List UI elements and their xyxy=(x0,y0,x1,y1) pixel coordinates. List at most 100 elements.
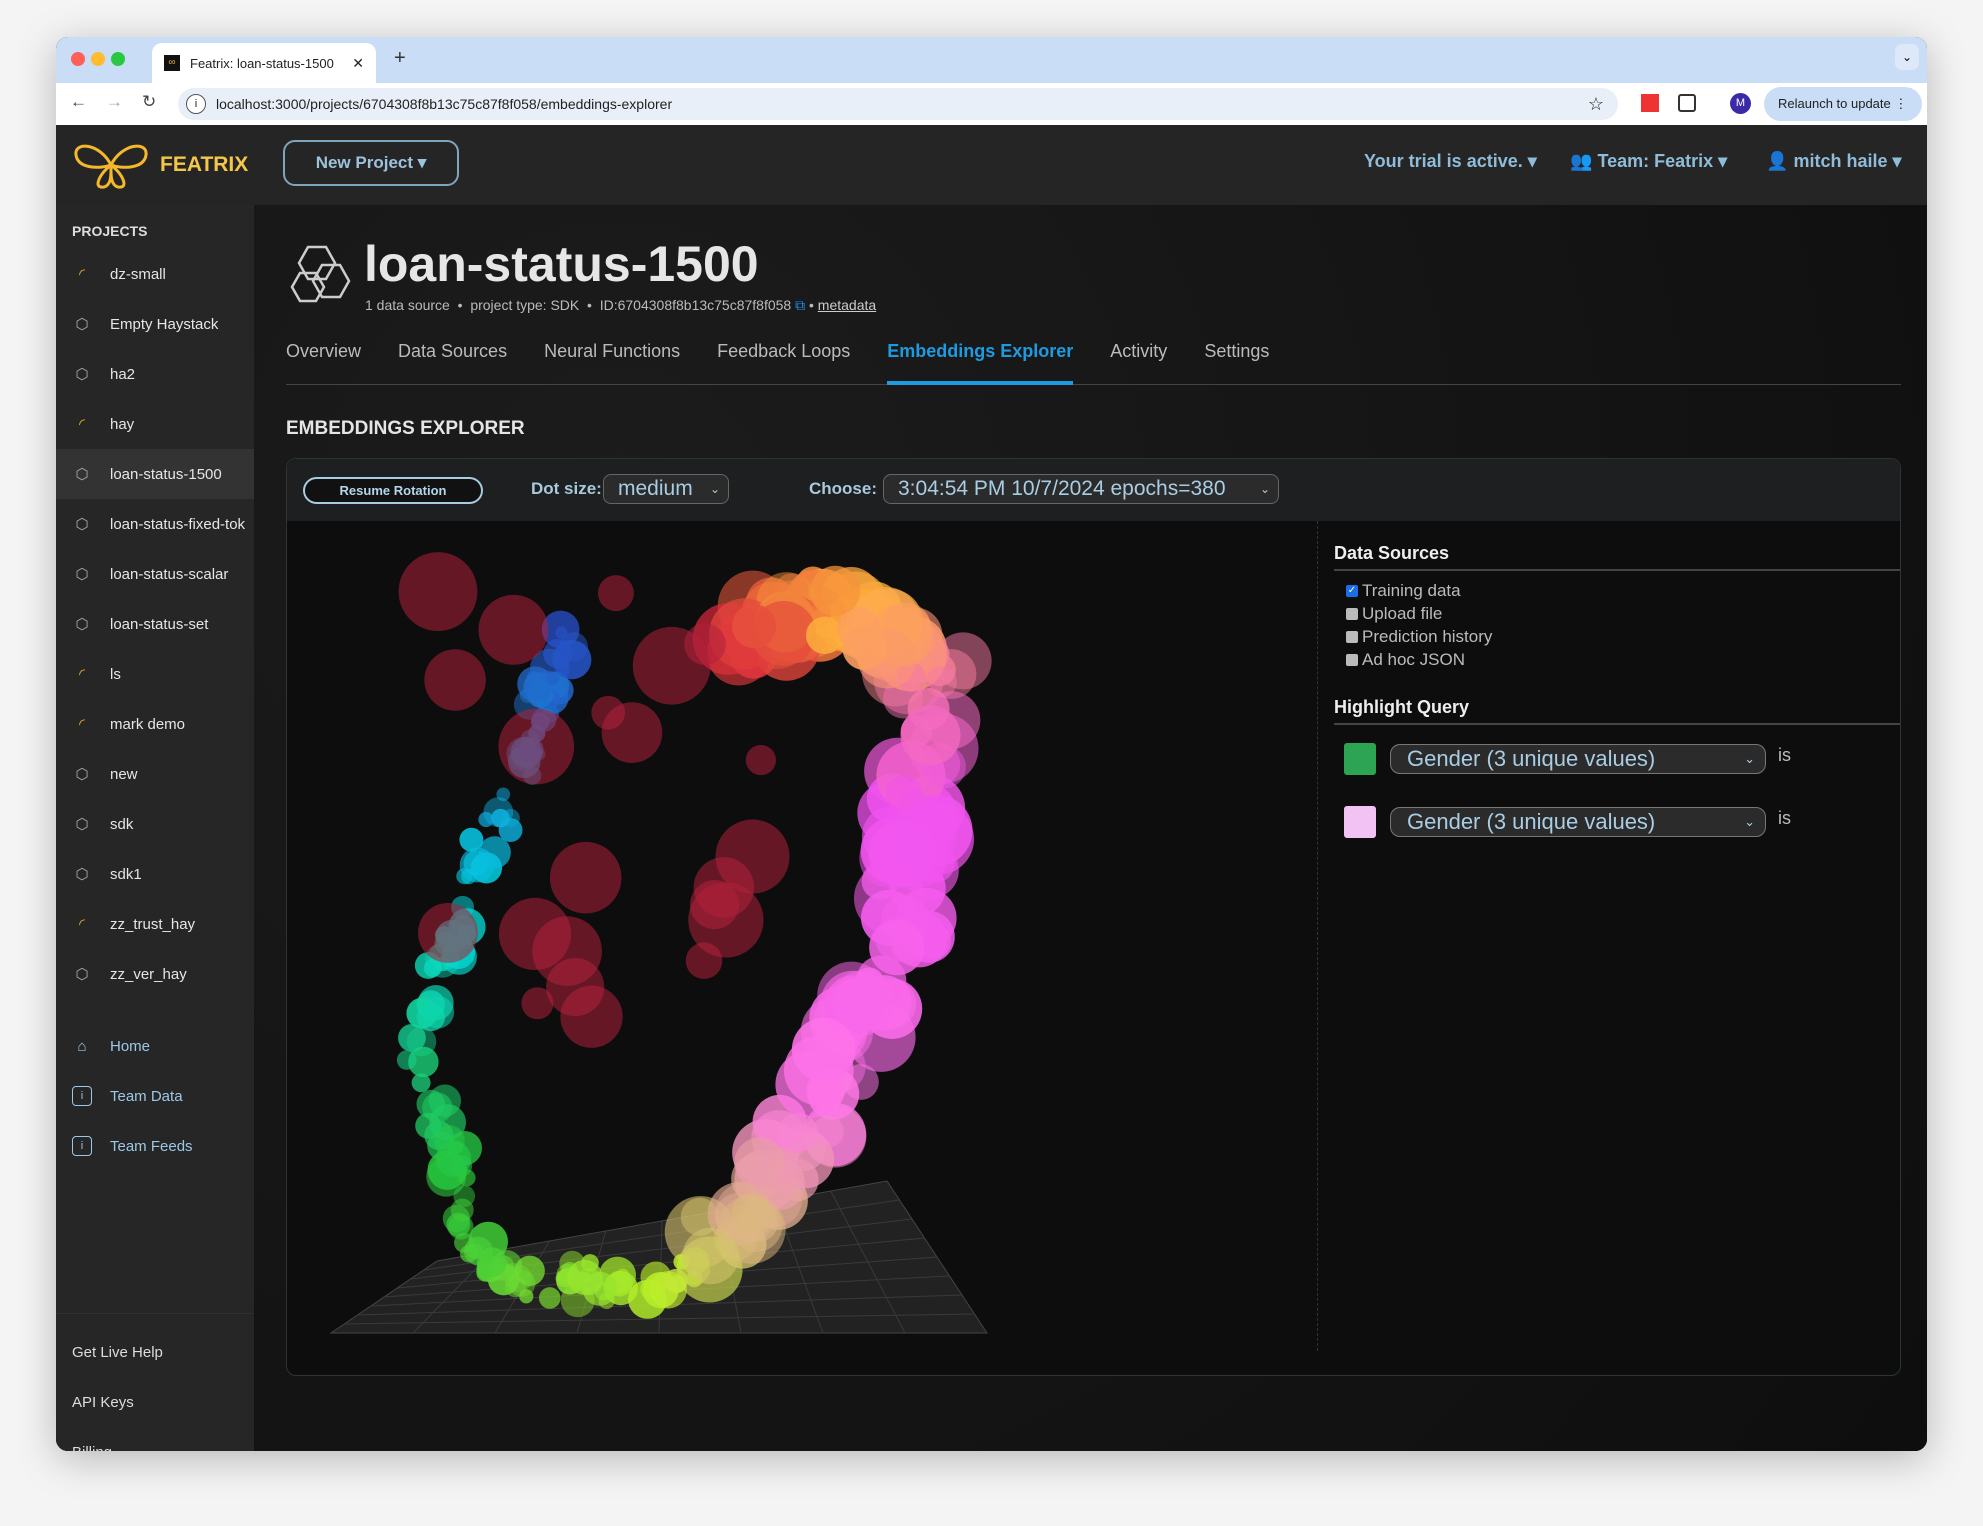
data-source-checkbox[interactable]: ✓ Training data xyxy=(1346,581,1461,601)
sidebar-project-item[interactable]: ◜ zz_trust_hay xyxy=(56,899,254,949)
extensions-puzzle-icon[interactable] xyxy=(1678,94,1696,112)
project-label: dz-small xyxy=(110,265,166,283)
dot-size-select[interactable]: medium ⌄ xyxy=(603,474,729,504)
metadata-link[interactable]: metadata xyxy=(818,297,876,313)
back-icon[interactable]: ← xyxy=(70,92,87,112)
sidebar-project-item[interactable]: ⬡ loan-status-1500 xyxy=(56,449,254,499)
explorer-controls: Data Sources ✓ Training data Upload file Pr… xyxy=(1317,521,1900,1351)
tab-data-sources[interactable]: Data Sources xyxy=(398,335,507,385)
featrix-logo[interactable]: FEATRIX xyxy=(70,139,248,191)
reload-icon[interactable]: ↻ xyxy=(142,92,156,112)
embedding-point xyxy=(689,880,740,930)
highlight-color-swatch[interactable] xyxy=(1344,806,1376,838)
highlight-field-select[interactable]: Gender (3 unique values) ⌄ xyxy=(1390,744,1766,774)
app-header: FEATRIX New Project ▾ Your trial is acti… xyxy=(56,125,1927,205)
forward-icon[interactable]: → xyxy=(106,92,123,112)
tab-feedback-loops[interactable]: Feedback Loops xyxy=(717,335,850,385)
trial-status-menu[interactable]: Your trial is active. ▾ xyxy=(1364,151,1537,172)
bookmark-star-icon[interactable]: ☆ xyxy=(1588,88,1604,120)
section-heading: EMBEDDINGS EXPLORER xyxy=(286,418,525,439)
highlight-field-select[interactable]: Gender (3 unique values) ⌄ xyxy=(1390,807,1766,837)
tab-overview[interactable]: Overview xyxy=(286,335,361,385)
sidebar-project-item[interactable]: ⬡ new xyxy=(56,749,254,799)
checked-checkbox-icon[interactable]: ✓ xyxy=(1346,585,1358,597)
new-tab-button[interactable]: + xyxy=(394,47,406,70)
embedding-point xyxy=(560,985,623,1048)
sidebar-project-item[interactable]: ⬡ sdk xyxy=(56,799,254,849)
data-source-checkbox[interactable]: Ad hoc JSON xyxy=(1346,650,1465,670)
team-icon: 👥 xyxy=(1570,151,1593,171)
sidebar-project-item[interactable]: ⬡ zz_ver_hay xyxy=(56,949,254,999)
extension-icon[interactable] xyxy=(1641,94,1659,112)
embedding-point xyxy=(453,1185,476,1207)
embedding-point xyxy=(591,695,626,730)
embedding-point xyxy=(555,626,568,639)
main-content: loan-status-1500 1 data source • project… xyxy=(254,205,1927,1451)
sidebar-link[interactable]: Billing xyxy=(56,1427,254,1452)
sidebar-project-item[interactable]: ⬡ loan-status-set xyxy=(56,599,254,649)
data-source-checkbox[interactable]: Prediction history xyxy=(1346,627,1492,647)
close-tab-icon[interactable]: ✕ xyxy=(352,55,364,72)
embedding-point xyxy=(682,1227,739,1285)
chevron-down-icon: ⌄ xyxy=(1744,814,1755,829)
project-label: zz_ver_hay xyxy=(110,965,187,983)
sidebar-project-item[interactable]: ⬡ ha2 xyxy=(56,349,254,399)
site-info-icon[interactable]: i xyxy=(186,94,206,114)
close-window-button[interactable] xyxy=(71,52,85,66)
sidebar-project-item[interactable]: ⬡ sdk1 xyxy=(56,849,254,899)
resume-rotation-button[interactable]: Resume Rotation xyxy=(303,477,483,504)
chevron-down-icon: ⌄ xyxy=(709,482,720,496)
tab-search-chevron-icon[interactable]: ⌄ xyxy=(1895,44,1919,70)
hexagon-icon: ⬡ xyxy=(75,766,89,783)
sidebar-project-item[interactable]: ◜ mark demo xyxy=(56,699,254,749)
sidebar-project-item[interactable]: ◜ hay xyxy=(56,399,254,449)
sidebar-nav-team-feeds[interactable]: i Team Feeds xyxy=(56,1121,254,1171)
hexagon-icon: ⬡ xyxy=(75,516,89,533)
sidebar-project-item[interactable]: ⬡ Empty Haystack xyxy=(56,299,254,349)
sidebar-project-item[interactable]: ⬡ loan-status-scalar xyxy=(56,549,254,599)
sidebar: PROJECTS ◜ dz-small ⬡ Empty Haystack ⬡ ha2 ◜ ha… xyxy=(56,205,254,1451)
tab-neural-functions[interactable]: Neural Functions xyxy=(544,335,680,385)
project-label: hay xyxy=(110,415,135,433)
sidebar-nav-home[interactable]: ⌂ Home xyxy=(56,1021,254,1071)
embedding-point xyxy=(398,552,478,631)
user-menu[interactable]: 👤 mitch haile ▾ xyxy=(1766,151,1902,172)
relaunch-button[interactable]: Relaunch to update ⋮ xyxy=(1764,87,1922,121)
embedding-point xyxy=(552,640,592,680)
unchecked-checkbox-icon[interactable] xyxy=(1346,608,1358,620)
sidebar-link[interactable]: Get Live Help xyxy=(56,1327,254,1377)
embedding-version-select[interactable]: 3:04:54 PM 10/7/2024 epochs=380 ⌄ xyxy=(883,474,1279,504)
sidebar-nav-team-data[interactable]: i Team Data xyxy=(56,1071,254,1121)
embeddings-panel: Resume Rotation Dot size: medium ⌄ Choose… xyxy=(286,458,1901,1376)
project-label: loan-status-scalar xyxy=(110,565,229,583)
maximize-window-button[interactable] xyxy=(111,52,125,66)
hexagon-icon: ⬡ xyxy=(75,866,89,883)
copy-id-icon[interactable]: ⧉ xyxy=(795,297,805,313)
tab-settings[interactable]: Settings xyxy=(1204,335,1269,385)
data-source-checkbox[interactable]: Upload file xyxy=(1346,604,1442,624)
tab-embeddings-explorer[interactable]: Embeddings Explorer xyxy=(887,335,1074,385)
sidebar-project-item[interactable]: ◜ ls xyxy=(56,649,254,699)
highlight-color-swatch[interactable] xyxy=(1344,743,1376,775)
embedding-3d-plot[interactable] xyxy=(287,521,1303,1377)
nav-label: Team Feeds xyxy=(110,1137,193,1155)
profile-avatar[interactable]: M xyxy=(1730,93,1751,114)
embedding-point xyxy=(805,616,844,655)
url-input[interactable]: i localhost:3000/projects/6704308f8b13c75… xyxy=(178,88,1618,120)
project-label: loan-status-1500 xyxy=(110,465,222,483)
sidebar-link[interactable]: API Keys xyxy=(56,1377,254,1427)
sidebar-project-item[interactable]: ⬡ loan-status-fixed-tok xyxy=(56,499,254,549)
embedding-point xyxy=(504,1264,533,1293)
new-project-button[interactable]: New Project ▾ xyxy=(283,140,459,186)
embedding-point xyxy=(545,671,560,686)
unchecked-checkbox-icon[interactable] xyxy=(1346,654,1358,666)
embedding-point xyxy=(424,649,486,711)
tab-activity[interactable]: Activity xyxy=(1110,335,1167,385)
minimize-window-button[interactable] xyxy=(91,52,105,66)
unchecked-checkbox-icon[interactable] xyxy=(1346,631,1358,643)
sidebar-project-item[interactable]: ◜ dz-small xyxy=(56,249,254,299)
team-menu[interactable]: 👥 Team: Featrix ▾ xyxy=(1570,151,1727,172)
embedding-point xyxy=(417,902,478,963)
browser-tab[interactable]: ∞ Featrix: loan-status-1500 ✕ xyxy=(152,43,376,83)
embedding-point xyxy=(478,811,494,828)
